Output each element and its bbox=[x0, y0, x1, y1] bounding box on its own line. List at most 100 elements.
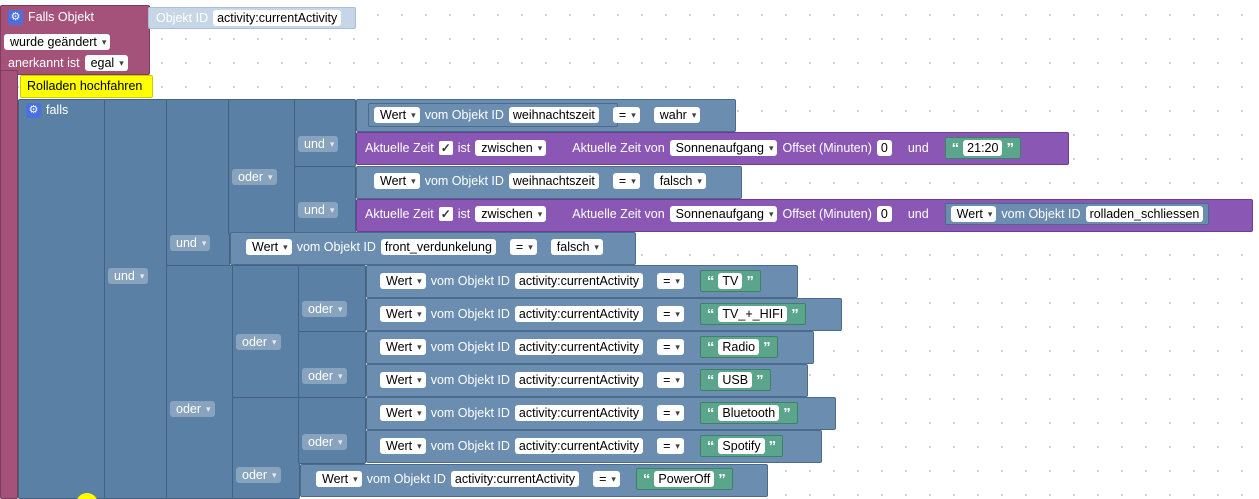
quote-open-icon: “ bbox=[706, 338, 715, 356]
text-block[interactable]: “ 21:20 ” bbox=[944, 137, 1021, 159]
text-field[interactable]: Bluetooth bbox=[718, 405, 780, 421]
text-block[interactable]: “Bluetooth” bbox=[699, 402, 798, 424]
and-op-main[interactable]: und bbox=[108, 268, 149, 284]
compare-mode-dropdown[interactable]: zwischen bbox=[475, 140, 547, 156]
text-field[interactable]: Spotify bbox=[718, 438, 765, 454]
dd-label: = bbox=[663, 306, 671, 321]
or-op-a1[interactable]: oder bbox=[302, 301, 347, 317]
ack-row: anerkannt ist egal bbox=[8, 52, 128, 74]
operator-dropdown[interactable]: = bbox=[657, 273, 684, 289]
value-block[interactable]: Wert vom Objekt ID rolladen_schliessen bbox=[944, 203, 1210, 225]
value-dropdown[interactable]: Wert bbox=[380, 273, 426, 289]
astro-dropdown[interactable]: Sonnenaufgang bbox=[669, 206, 778, 222]
operator-dropdown[interactable]: = bbox=[657, 306, 684, 322]
text-field[interactable]: USB bbox=[718, 372, 753, 388]
text-block[interactable]: “TV” bbox=[699, 270, 761, 292]
text-field[interactable]: 21:20 bbox=[963, 140, 1003, 156]
comment-row: Rolladen hochfahren bbox=[27, 75, 142, 97]
astro-dropdown[interactable]: Sonnenaufgang bbox=[669, 140, 778, 156]
object-id-field[interactable]: activity:currentActivity bbox=[213, 10, 342, 26]
text-block[interactable]: “PowerOff” bbox=[635, 468, 733, 490]
value-dropdown[interactable]: Wert bbox=[380, 438, 426, 454]
value-dropdown[interactable]: Wert bbox=[246, 239, 292, 255]
operator-dropdown[interactable]: = bbox=[657, 372, 684, 388]
compare-row: Wert vom Objekt ID activity:currentActiv… bbox=[380, 336, 778, 358]
op-label: oder bbox=[176, 401, 202, 416]
and-block-main[interactable] bbox=[104, 99, 168, 499]
offset-label: Offset (Minuten) bbox=[782, 140, 872, 155]
quote-open-icon: “ bbox=[706, 404, 715, 422]
and-op-1[interactable]: und bbox=[298, 136, 339, 152]
object-id-field[interactable]: weihnachtszeit bbox=[508, 173, 599, 189]
object-id-field[interactable]: rolladen_schliessen bbox=[1085, 206, 1204, 222]
compare-mode-dropdown[interactable]: zwischen bbox=[475, 206, 547, 222]
object-id-field[interactable]: activity:currentActivity bbox=[450, 471, 580, 487]
dd-label: zwischen bbox=[481, 140, 533, 155]
quote-open-icon: “ bbox=[706, 272, 715, 290]
object-id-field[interactable]: activity:currentActivity bbox=[514, 273, 644, 289]
object-id-label: vom Objekt ID bbox=[430, 339, 510, 354]
object-id-field[interactable]: weihnachtszeit bbox=[508, 107, 599, 123]
dd-label: Sonnenaufgang bbox=[675, 206, 764, 221]
checkbox-icon[interactable]: ✓ bbox=[438, 141, 453, 155]
text-block[interactable]: “TV_+_HIFI” bbox=[699, 303, 806, 325]
operator-dropdown[interactable]: = bbox=[657, 339, 684, 355]
quote-open-icon: “ bbox=[706, 305, 715, 323]
text-field[interactable]: TV bbox=[718, 273, 743, 289]
changed-dropdown[interactable]: wurde geändert bbox=[4, 34, 111, 50]
text-block[interactable]: “USB” bbox=[699, 369, 771, 391]
boolean-dropdown[interactable]: wahr bbox=[653, 107, 701, 123]
and-op-upper[interactable]: und bbox=[170, 235, 211, 251]
or-block-activity[interactable] bbox=[166, 265, 234, 499]
text-block[interactable]: “Spotify” bbox=[699, 435, 784, 457]
gear-icon[interactable]: ⚙ bbox=[8, 9, 23, 25]
text-field[interactable]: PowerOff bbox=[654, 471, 715, 487]
operator-dropdown[interactable]: = bbox=[593, 471, 620, 487]
offset-field[interactable]: 0 bbox=[876, 140, 892, 156]
quote-close-icon: ” bbox=[718, 470, 726, 488]
object-id-field[interactable]: activity:currentActivity bbox=[514, 405, 644, 421]
operator-dropdown[interactable]: = bbox=[612, 173, 640, 189]
checkbox-icon[interactable]: ✓ bbox=[438, 207, 453, 221]
or-op-activity[interactable]: oder bbox=[170, 401, 215, 417]
trigger-title: Falls Objekt bbox=[28, 9, 94, 24]
text-field[interactable]: Radio bbox=[718, 339, 760, 355]
operator-dropdown[interactable]: = bbox=[612, 107, 640, 123]
op-label: und bbox=[304, 202, 325, 217]
value-dropdown[interactable]: Wert bbox=[374, 107, 420, 123]
ack-dropdown[interactable]: egal bbox=[84, 55, 128, 71]
operator-dropdown[interactable]: = bbox=[657, 438, 684, 454]
object-id-field[interactable]: activity:currentActivity bbox=[514, 438, 644, 454]
compare-row: Wert vom Objekt ID weihnachtszeit = wahr bbox=[374, 104, 701, 126]
object-id-field[interactable]: activity:currentActivity bbox=[514, 372, 644, 388]
or-op-christmas[interactable]: oder bbox=[232, 169, 277, 185]
boolean-dropdown[interactable]: falsch bbox=[653, 173, 706, 189]
or-op-b1[interactable]: oder bbox=[302, 434, 347, 450]
value-dropdown[interactable]: Wert bbox=[380, 372, 426, 388]
value-dropdown[interactable]: Wert bbox=[380, 339, 426, 355]
and-op-2[interactable]: und bbox=[298, 202, 339, 218]
op-label: und bbox=[114, 268, 135, 283]
value-dropdown[interactable]: Wert bbox=[950, 206, 997, 222]
or-op-a2[interactable]: oder bbox=[302, 368, 347, 384]
boolean-dropdown[interactable]: falsch bbox=[550, 239, 603, 255]
gear-icon[interactable]: ⚙ bbox=[26, 102, 41, 118]
quote-close-icon: ” bbox=[746, 272, 754, 290]
object-id-field[interactable]: front_verdunkelung bbox=[380, 239, 496, 255]
value-dropdown[interactable]: Wert bbox=[374, 173, 420, 189]
or-op-b[interactable]: oder bbox=[236, 467, 281, 483]
object-id-field[interactable]: activity:currentActivity bbox=[514, 339, 644, 355]
value-dropdown[interactable]: Wert bbox=[316, 471, 362, 487]
value-dropdown[interactable]: Wert bbox=[380, 306, 426, 322]
if-block[interactable] bbox=[18, 99, 106, 499]
time-ist: ist bbox=[457, 206, 471, 221]
offset-field[interactable]: 0 bbox=[876, 206, 892, 222]
value-dropdown[interactable]: Wert bbox=[380, 405, 426, 421]
or-op-a[interactable]: oder bbox=[236, 334, 281, 350]
text-field[interactable]: TV_+_HIFI bbox=[718, 306, 788, 322]
time-ist: ist bbox=[457, 140, 471, 155]
operator-dropdown[interactable]: = bbox=[657, 405, 684, 421]
object-id-field[interactable]: activity:currentActivity bbox=[514, 306, 644, 322]
text-block[interactable]: “Radio” bbox=[699, 336, 778, 358]
operator-dropdown[interactable]: = bbox=[509, 239, 537, 255]
